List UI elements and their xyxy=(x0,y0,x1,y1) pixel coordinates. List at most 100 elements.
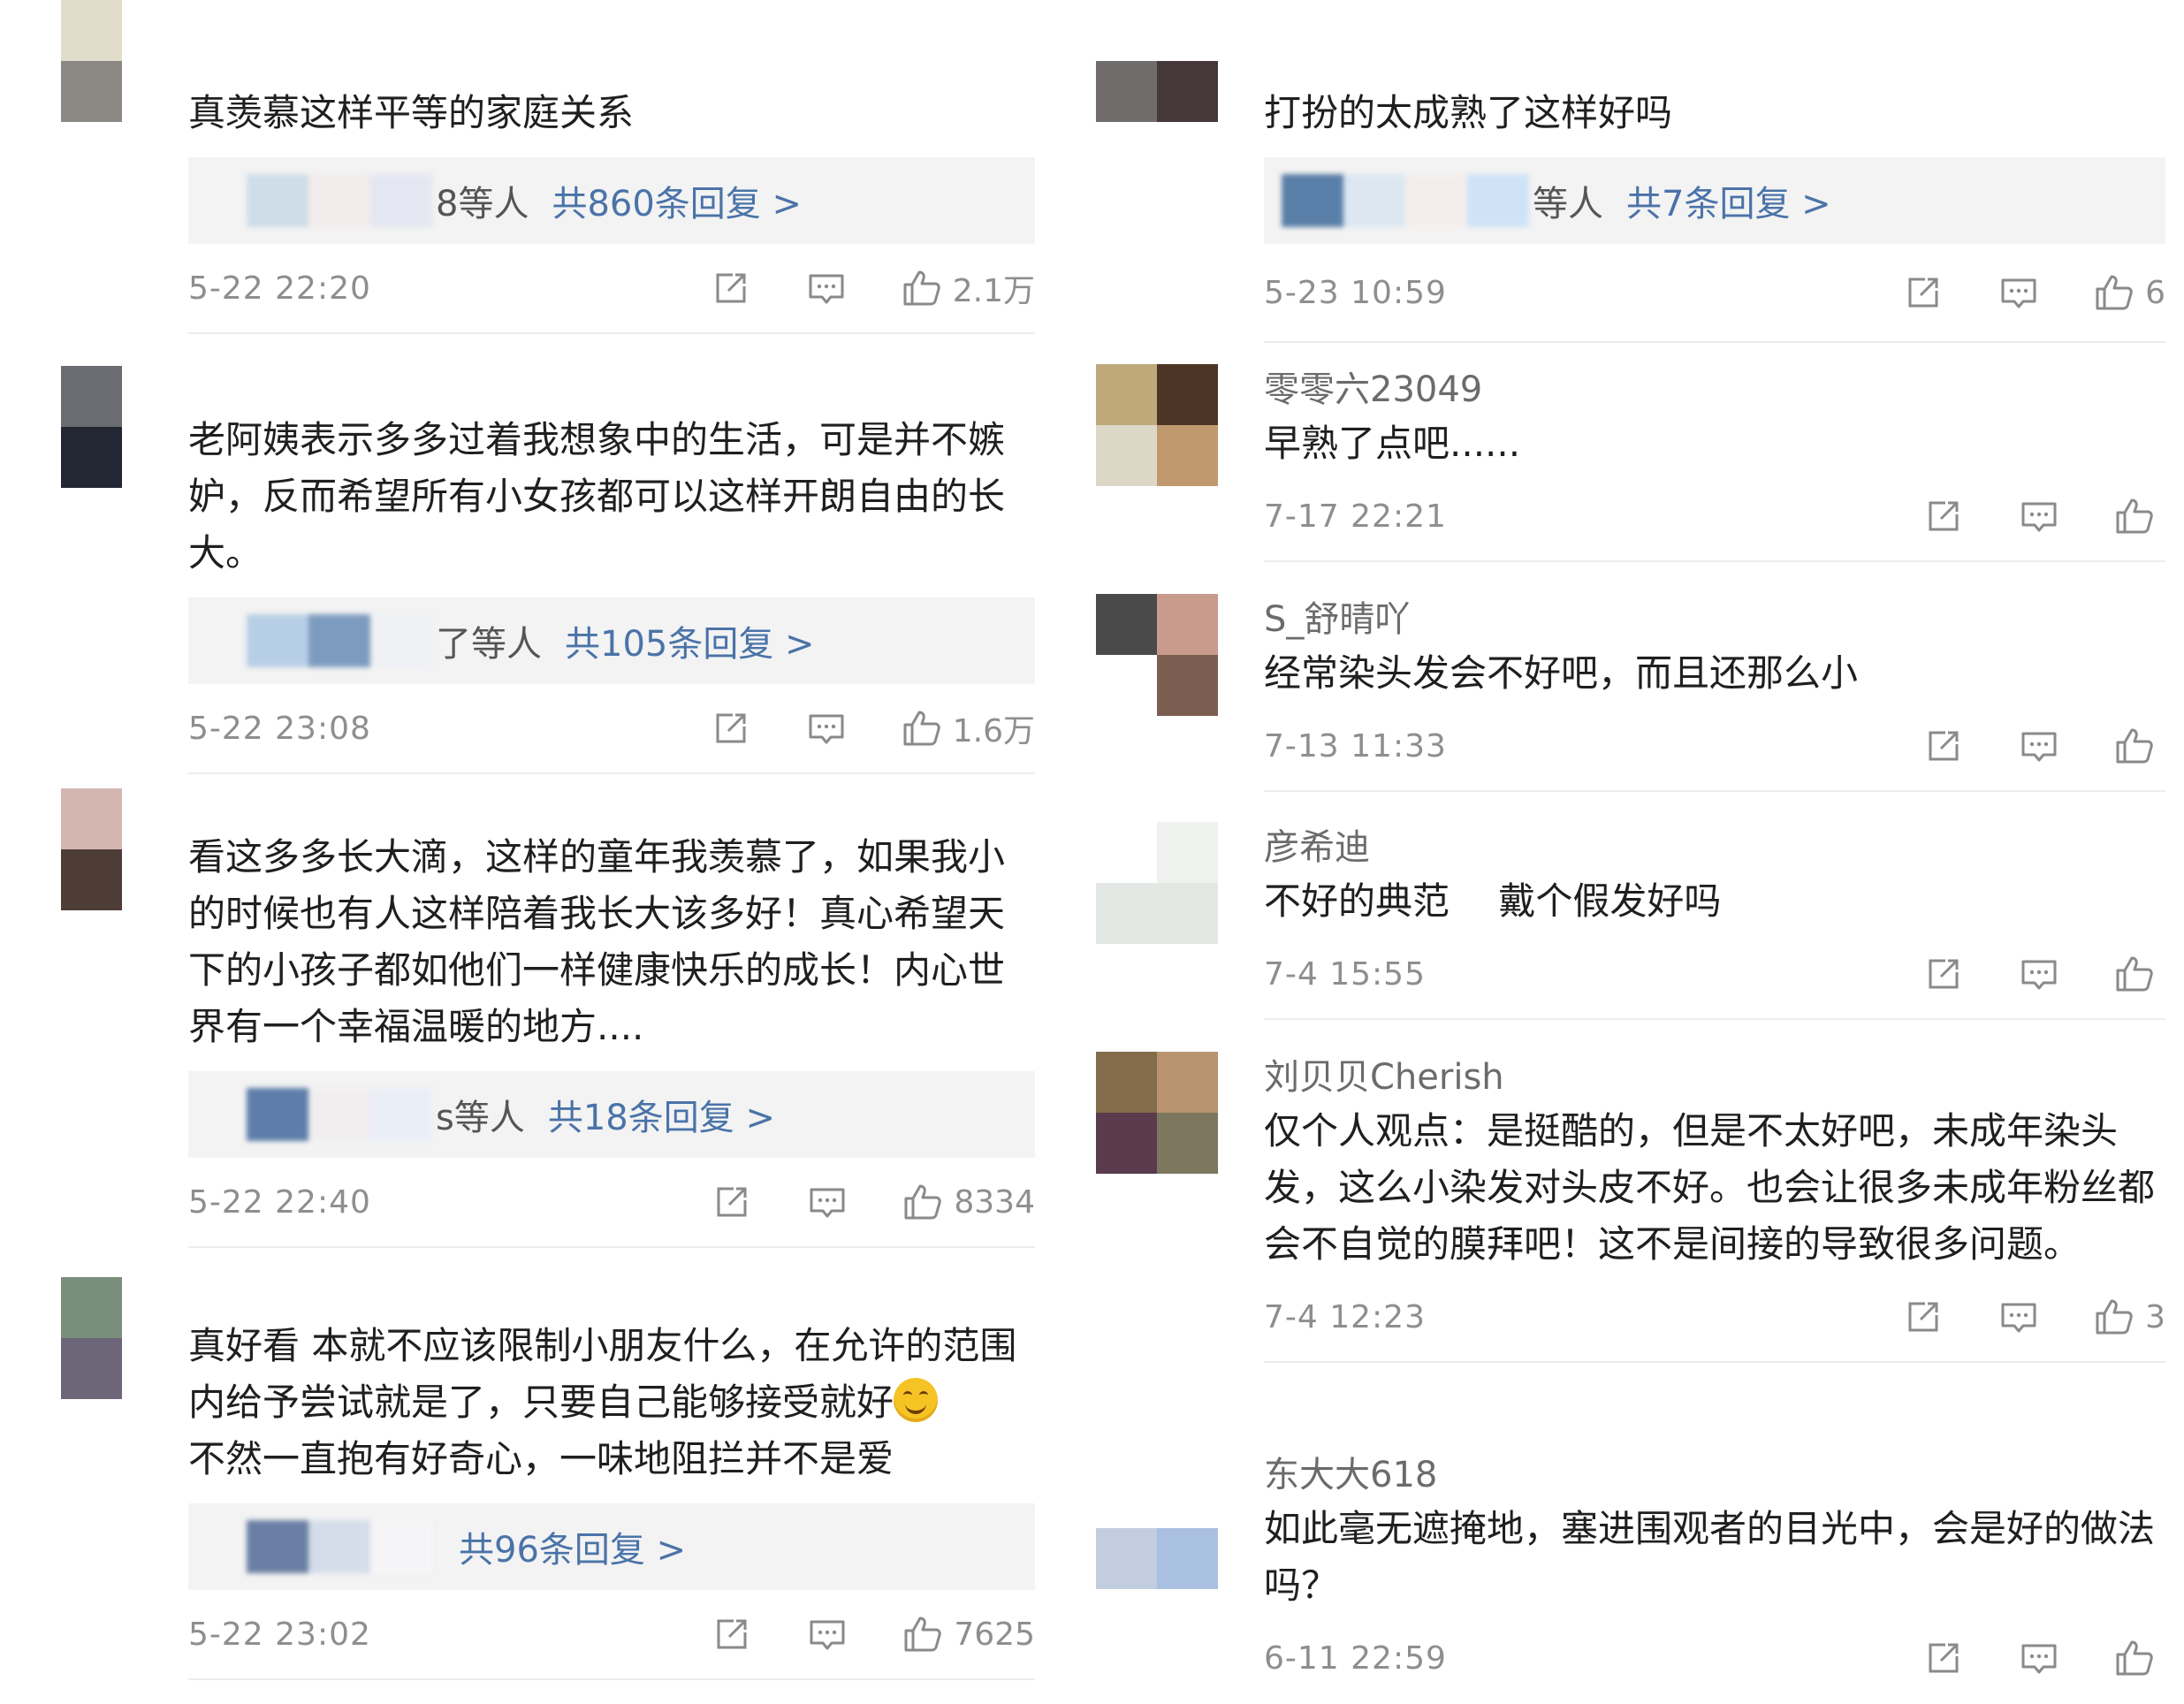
timestamp: 5-23 10:59 xyxy=(1264,274,1447,311)
comment-icon xyxy=(807,1182,848,1222)
username[interactable] xyxy=(188,0,1035,85)
comment-text: 仅个人观点：是挺酷的，但是不太好吧，未成年染头发，这么小染发对头皮不好。也会让很… xyxy=(1264,1109,2156,1266)
reply-button[interactable] xyxy=(806,708,847,749)
like-icon xyxy=(902,268,942,308)
reply-button[interactable] xyxy=(2019,726,2059,766)
timestamp: 5-22 23:02 xyxy=(188,1616,371,1653)
username[interactable] xyxy=(188,778,1035,829)
reply-summary[interactable]: s等人 共18条回复 > xyxy=(188,1071,1035,1158)
avatar[interactable] xyxy=(1096,61,1218,122)
comment-meta: 5-22 22:40 8334 xyxy=(188,1158,1035,1248)
reply-button[interactable] xyxy=(1998,1297,2039,1337)
reply-count-link[interactable]: 共860条回复 > xyxy=(552,175,802,226)
avatar[interactable] xyxy=(61,1277,122,1399)
reply-count-link[interactable]: 共105条回复 > xyxy=(565,615,815,666)
like-button[interactable] xyxy=(2114,726,2165,766)
like-button[interactable]: 7625 xyxy=(902,1614,1035,1655)
like-icon xyxy=(2094,1297,2135,1337)
share-icon xyxy=(711,268,751,308)
replier-avatars xyxy=(247,174,432,227)
comment-icon xyxy=(2019,1638,2059,1678)
share-button[interactable] xyxy=(711,708,751,749)
share-button[interactable] xyxy=(1903,272,1944,313)
avatar[interactable] xyxy=(61,788,122,910)
username[interactable]: 东大大618 xyxy=(1264,1449,2165,1501)
reply-button[interactable] xyxy=(806,268,847,308)
reply-button[interactable] xyxy=(807,1182,848,1222)
like-button[interactable] xyxy=(2114,954,2165,994)
timestamp: 5-22 23:08 xyxy=(188,710,371,747)
comment-text: 打扮的太成熟了这样好吗 xyxy=(1264,91,1673,134)
reply-button[interactable] xyxy=(1998,272,2039,313)
comment-text: 真好看 本就不应该限制小朋友什么，在允许的范围内给予尝试就是了，只要自己能够接受… xyxy=(188,1318,1035,1487)
reply-button[interactable] xyxy=(2019,496,2059,536)
timestamp: 7-4 15:55 xyxy=(1264,955,1426,993)
reply-summary[interactable]: 8等人 共860条回复 > xyxy=(188,157,1035,244)
like-button[interactable] xyxy=(2114,1638,2165,1678)
reply-summary[interactable]: 了等人 共105条回复 > xyxy=(188,597,1035,684)
avatar[interactable] xyxy=(1096,1052,1218,1174)
like-button[interactable] xyxy=(2114,496,2165,536)
share-button[interactable] xyxy=(1923,1638,1964,1678)
like-icon xyxy=(2094,272,2135,313)
like-icon xyxy=(902,1182,943,1222)
like-button[interactable]: 1.6万 xyxy=(902,705,1035,751)
comment-meta: 7-17 22:21 xyxy=(1264,472,2165,562)
share-button[interactable] xyxy=(1923,726,1964,766)
avatar[interactable] xyxy=(1096,822,1218,944)
reply-summary[interactable]: 等人 共7条回复 > xyxy=(1264,157,2165,244)
reply-count-link[interactable]: 共96条回复 > xyxy=(459,1521,686,1572)
like-icon xyxy=(2114,954,2155,994)
comment-meta: 7-4 12:23 3 xyxy=(1264,1273,2165,1363)
share-button[interactable] xyxy=(712,1182,752,1222)
share-icon xyxy=(1923,1638,1964,1678)
username[interactable]: 零零六23049 xyxy=(1264,364,2165,415)
reply-participants: 了等人 xyxy=(436,624,542,665)
avatar[interactable] xyxy=(61,366,122,488)
share-button[interactable] xyxy=(712,1614,752,1655)
comment-icon xyxy=(2019,726,2059,766)
username[interactable] xyxy=(1264,0,2165,85)
comment-text: 真羡慕这样平等的家庭关系 xyxy=(188,91,635,134)
like-count: 6 xyxy=(2145,274,2165,311)
avatar[interactable] xyxy=(61,0,122,122)
username[interactable]: S_舒晴吖 xyxy=(1264,594,2165,645)
comment-icon xyxy=(1998,272,2039,313)
like-button[interactable]: 2.1万 xyxy=(902,265,1035,311)
reply-button[interactable] xyxy=(2019,954,2059,994)
share-button[interactable] xyxy=(1923,954,1964,994)
like-icon xyxy=(2114,726,2155,766)
comment-text: 老阿姨表示多多过着我想象中的生活，可是并不嫉妒，反而希望所有小女孩都可以这样开朗… xyxy=(188,418,1006,574)
avatar[interactable] xyxy=(1096,364,1218,486)
username[interactable]: 刘贝贝Cherish xyxy=(1264,1052,2165,1103)
like-count: 7625 xyxy=(954,1616,1035,1653)
timestamp: 5-22 22:40 xyxy=(188,1183,371,1221)
like-button[interactable]: 3 xyxy=(2094,1297,2165,1337)
comment-text-part: 不然一直抱有好奇心，一味地阻拦并不是爱 xyxy=(188,1437,894,1480)
avatar[interactable] xyxy=(1096,1467,1218,1589)
smile-emoji xyxy=(894,1378,939,1422)
username[interactable]: 彦希迪 xyxy=(1264,822,2165,873)
reply-count-link[interactable]: 共18条回复 > xyxy=(548,1089,775,1140)
share-button[interactable] xyxy=(1903,1297,1944,1337)
username[interactable] xyxy=(188,361,1035,412)
share-button[interactable] xyxy=(1923,496,1964,536)
reply-count-link[interactable]: 共7条回复 > xyxy=(1626,175,1831,226)
comment-text: 如此毫无遮掩地，塞进围观者的目光中，会是好的做法吗？ xyxy=(1264,1507,2156,1607)
share-icon xyxy=(1903,1297,1944,1337)
like-button[interactable]: 6 xyxy=(2094,272,2165,313)
share-button[interactable] xyxy=(711,268,751,308)
reply-button[interactable] xyxy=(807,1614,848,1655)
avatar[interactable] xyxy=(1096,594,1218,716)
username[interactable] xyxy=(188,1267,1035,1318)
comment-text: 看这多多长大滴，这样的童年我羡慕了，如果我小的时候也有人这样陪着我长大该多好！真… xyxy=(188,835,1006,1048)
comment-icon xyxy=(806,268,847,308)
reply-summary[interactable]: 共96条回复 > xyxy=(188,1503,1035,1590)
like-button[interactable]: 8334 xyxy=(902,1182,1035,1222)
reply-button[interactable] xyxy=(2019,1638,2059,1678)
timestamp: 7-17 22:21 xyxy=(1264,498,1447,535)
share-icon xyxy=(711,708,751,749)
reply-participants: 8等人 xyxy=(436,184,529,224)
comment-icon xyxy=(2019,496,2059,536)
like-count: 1.6万 xyxy=(952,713,1035,749)
